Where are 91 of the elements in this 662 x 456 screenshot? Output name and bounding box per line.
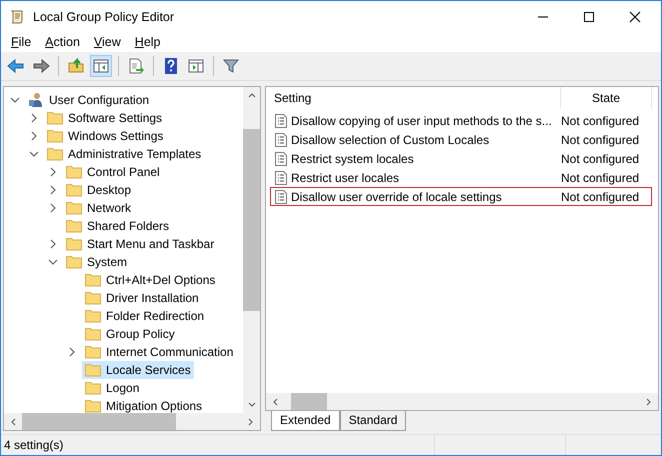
tree-item[interactable]: Shared Folders (63, 217, 172, 235)
tree-item[interactable]: Logon (82, 379, 142, 397)
tree-item[interactable]: Folder Redirection (82, 307, 208, 325)
tree-item[interactable]: System (63, 253, 130, 271)
scroll-thumb[interactable] (291, 393, 327, 410)
folder-icon (85, 363, 101, 377)
policy-icon (275, 152, 287, 166)
folder-icon (85, 273, 101, 287)
tree-item[interactable]: Windows Settings (44, 127, 166, 145)
scroll-thumb[interactable] (243, 129, 260, 311)
tree-item[interactable]: Group Policy (82, 325, 178, 343)
setting-row[interactable]: Restrict user locales Not configured (270, 168, 652, 187)
scrollbar[interactable] (266, 393, 658, 410)
folder-icon (66, 165, 82, 179)
tree-item[interactable]: Driver Installation (82, 289, 202, 307)
chevron-right-icon[interactable] (48, 185, 58, 195)
menu-item[interactable]: Action (45, 35, 80, 49)
folder-icon (66, 237, 82, 251)
policy-icon (275, 170, 287, 184)
state-text: Not configured (561, 190, 640, 204)
folder-icon (66, 183, 82, 197)
tree-item[interactable]: Mitigation Options (82, 397, 206, 413)
scroll-icon (9, 8, 25, 24)
scroll-left-icon[interactable] (271, 398, 279, 406)
policy-icon (275, 132, 287, 146)
window-title: Local Group Policy Editor (33, 10, 174, 24)
scrollbar[interactable] (4, 413, 260, 430)
state-text: Not configured (561, 170, 640, 184)
scroll-thumb[interactable] (22, 413, 176, 430)
chevron-right-icon[interactable] (48, 239, 58, 249)
tree-item[interactable]: User Configuration (25, 91, 152, 109)
column-header[interactable]: State (560, 87, 652, 109)
scroll-up-icon[interactable] (248, 91, 256, 99)
tree-item[interactable]: Network (63, 199, 134, 217)
chevron-right-icon[interactable] (67, 347, 77, 357)
setting-name: Disallow user override of locale settings (291, 190, 502, 204)
chevron-down-icon[interactable] (48, 257, 58, 267)
tab[interactable]: Standard (340, 411, 406, 431)
chevron-right-icon[interactable] (48, 203, 58, 213)
status-text: 4 setting(s) (3, 438, 64, 452)
tree-item[interactable]: Locale Services (82, 361, 194, 379)
chevron-right-icon[interactable] (29, 131, 39, 141)
user-icon (28, 92, 44, 108)
scroll-left-icon[interactable] (9, 418, 17, 426)
scroll-right-icon[interactable] (247, 418, 255, 426)
folder-icon (66, 219, 82, 233)
tree-item[interactable]: Ctrl+Alt+Del Options (82, 271, 218, 289)
scrollbar[interactable] (243, 87, 260, 413)
close-icon[interactable] (629, 10, 641, 22)
folder-icon (66, 255, 82, 269)
setting-row[interactable]: Disallow user override of locale settings Not configured (270, 187, 652, 206)
maximize-icon[interactable] (583, 10, 595, 22)
scroll-right-icon[interactable] (645, 398, 653, 406)
chevron-down-icon[interactable] (29, 149, 39, 159)
setting-row[interactable]: Disallow selection of Custom Locales Not configured (270, 130, 652, 149)
tree-item[interactable]: Internet Communication (82, 343, 236, 361)
column-header[interactable]: Setting (270, 87, 560, 109)
folder-icon (85, 291, 101, 305)
setting-name: Restrict system locales (291, 152, 414, 166)
folder-icon (85, 309, 101, 323)
tree-item[interactable]: Software Settings (44, 109, 166, 127)
state-text: Not configured (561, 132, 640, 146)
tree-item[interactable]: Administrative Templates (44, 145, 204, 163)
setting-name: Disallow selection of Custom Locales (291, 132, 490, 146)
chevron-right-icon[interactable] (29, 113, 39, 123)
state-text: Not configured (561, 114, 640, 128)
scroll-down-icon[interactable] (248, 401, 256, 409)
folder-icon (66, 201, 82, 215)
folder-icon (47, 129, 63, 143)
menu-item[interactable]: File (11, 35, 32, 49)
menu-item[interactable]: Help (134, 35, 161, 49)
setting-row[interactable]: Disallow copying of user input methods to the s... Not configured (270, 111, 652, 130)
setting-name: Disallow copying of user input methods to the s... (291, 114, 552, 128)
folder-icon (85, 327, 101, 341)
tree-item[interactable]: Control Panel (63, 163, 163, 181)
chevron-down-icon[interactable] (10, 95, 20, 105)
tree-item[interactable]: Start Menu and Taskbar (63, 235, 218, 253)
setting-row[interactable]: Restrict system locales Not configured (270, 149, 652, 168)
pane-icon[interactable] (90, 55, 112, 77)
folder-icon (47, 111, 63, 125)
menu-item[interactable]: View (94, 35, 121, 49)
tree-item[interactable]: Desktop (63, 181, 134, 199)
state-text: Not configured (561, 152, 640, 166)
setting-name: Restrict user locales (291, 170, 400, 184)
policy-icon (275, 190, 287, 204)
chevron-right-icon[interactable] (48, 167, 58, 177)
folder-icon (47, 147, 63, 161)
folder-icon (85, 345, 101, 359)
folder-icon (85, 381, 101, 395)
tab[interactable]: Extended (271, 411, 340, 431)
policy-icon (275, 114, 287, 128)
